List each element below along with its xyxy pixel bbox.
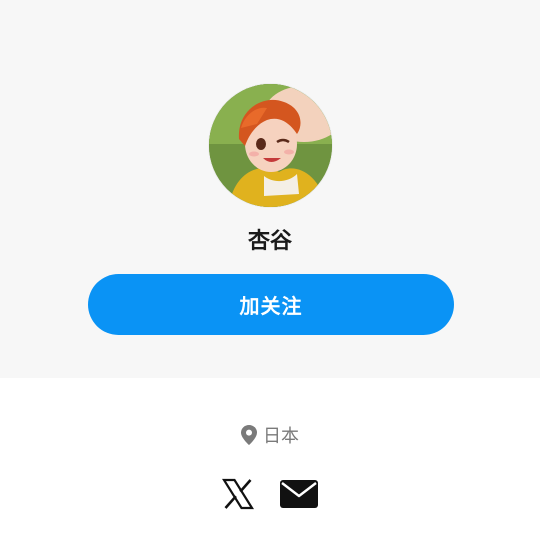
location-text: 日本 [263,426,299,447]
profile-header: 杏谷 加关注 [0,0,540,378]
location-pin-icon [241,425,257,449]
location: 日本 [0,424,540,450]
avatar[interactable] [209,84,332,207]
follow-button[interactable]: 加关注 [88,274,454,335]
display-name: 杏谷 [247,229,292,254]
mail-icon[interactable] [280,480,318,508]
avatar-image [209,84,332,207]
social-links [0,476,540,512]
x-logo-icon[interactable] [222,478,254,510]
